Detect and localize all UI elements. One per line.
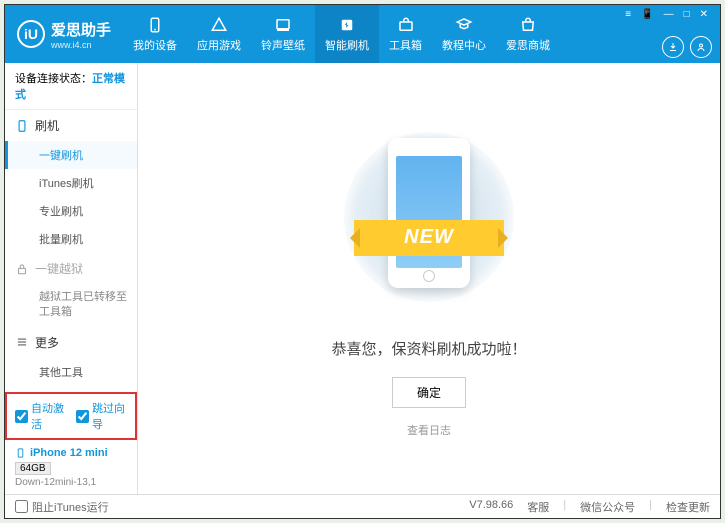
user-icon bbox=[695, 41, 707, 53]
sidebar-item-oneclick-flash[interactable]: 一键刷机 bbox=[5, 141, 137, 169]
tab-label: 铃声壁纸 bbox=[261, 37, 305, 53]
phone-icon bbox=[146, 16, 164, 34]
minimize-button[interactable]: — bbox=[660, 9, 678, 20]
maximize-button[interactable]: □ bbox=[680, 9, 694, 20]
user-button[interactable] bbox=[690, 36, 712, 58]
block-itunes-input[interactable] bbox=[15, 500, 28, 513]
sidebar-item-other-tools[interactable]: 其他工具 bbox=[5, 358, 137, 386]
sidebar-section-flash[interactable]: 刷机 bbox=[5, 110, 137, 141]
section-label: 更多 bbox=[35, 334, 59, 351]
tab-label: 爱思商城 bbox=[506, 37, 550, 53]
flash-icon bbox=[338, 16, 356, 34]
checkbox-skip-setup[interactable]: 跳过向导 bbox=[76, 400, 127, 432]
checkbox-auto-activate[interactable]: 自动激活 bbox=[15, 400, 66, 432]
sidebar-jailbreak-note: 越狱工具已转移至工具箱 bbox=[5, 284, 137, 327]
app-title: 爱思助手 bbox=[51, 19, 111, 40]
tab-label: 我的设备 bbox=[133, 37, 177, 53]
device-firmware: Down-12mini-13,1 bbox=[15, 477, 127, 488]
app-window: iU 爱思助手 www.i4.cn 我的设备 应用游戏 铃声壁纸 智能刷机 bbox=[4, 4, 721, 519]
section-label: 一键越狱 bbox=[35, 260, 83, 277]
checkbox-label: 阻止iTunes运行 bbox=[32, 499, 109, 515]
header-right: ≡ 📱 — □ ✕ bbox=[613, 5, 720, 63]
app-url: www.i4.cn bbox=[51, 40, 111, 50]
device-name-row: iPhone 12 mini bbox=[15, 446, 127, 460]
more-icon bbox=[15, 335, 29, 349]
wechat-link[interactable]: 微信公众号 bbox=[580, 499, 635, 515]
sidebar-item-pro-flash[interactable]: 专业刷机 bbox=[5, 197, 137, 225]
footer: 阻止iTunes运行 V7.98.66 客服 | 微信公众号 | 检查更新 bbox=[5, 494, 720, 518]
sidebar-list: 刷机 一键刷机 iTunes刷机 专业刷机 批量刷机 一键越狱 越狱工具已转移至… bbox=[5, 110, 137, 392]
tab-my-device[interactable]: 我的设备 bbox=[123, 5, 187, 63]
close-button[interactable]: ✕ bbox=[696, 9, 712, 20]
sidebar-section-jailbreak: 一键越狱 bbox=[5, 253, 137, 284]
options-row: 自动激活 跳过向导 bbox=[5, 392, 137, 440]
new-badge: NEW bbox=[354, 220, 504, 256]
tab-label: 教程中心 bbox=[442, 37, 486, 53]
sidebar-item-batch-flash[interactable]: 批量刷机 bbox=[5, 225, 137, 253]
wallpaper-icon bbox=[274, 16, 292, 34]
tab-smart-flash[interactable]: 智能刷机 bbox=[315, 5, 379, 63]
conn-label: 设备连接状态： bbox=[15, 73, 92, 85]
sidebar: 设备连接状态：正常模式 刷机 一键刷机 iTunes刷机 专业刷机 批量刷机 一… bbox=[5, 63, 138, 494]
body-area: 设备连接状态：正常模式 刷机 一键刷机 iTunes刷机 专业刷机 批量刷机 一… bbox=[5, 63, 720, 494]
footer-right: V7.98.66 客服 | 微信公众号 | 检查更新 bbox=[469, 499, 710, 515]
model-icon[interactable]: 📱 bbox=[637, 9, 657, 20]
download-icon bbox=[667, 41, 679, 53]
tab-store[interactable]: 爱思商城 bbox=[496, 5, 560, 63]
auto-activate-input[interactable] bbox=[15, 410, 28, 423]
nav-tabs: 我的设备 应用游戏 铃声壁纸 智能刷机 工具箱 教程中心 bbox=[123, 5, 613, 63]
check-update-link[interactable]: 检查更新 bbox=[666, 499, 710, 515]
lock-icon bbox=[15, 262, 29, 276]
toolbox-icon bbox=[397, 16, 415, 34]
sidebar-section-more[interactable]: 更多 bbox=[5, 327, 137, 358]
device-info[interactable]: iPhone 12 mini 64GB Down-12mini-13,1 bbox=[5, 440, 137, 494]
phone-illustration: NEW bbox=[344, 120, 514, 320]
tab-toolbox[interactable]: 工具箱 bbox=[379, 5, 432, 63]
header: iU 爱思助手 www.i4.cn 我的设备 应用游戏 铃声壁纸 智能刷机 bbox=[5, 5, 720, 63]
menu-icon[interactable]: ≡ bbox=[621, 9, 635, 20]
skip-setup-input[interactable] bbox=[76, 410, 89, 423]
checkbox-label: 跳过向导 bbox=[92, 400, 127, 432]
download-button[interactable] bbox=[662, 36, 684, 58]
version-label: V7.98.66 bbox=[469, 499, 513, 515]
tab-label: 应用游戏 bbox=[197, 37, 241, 53]
connection-status: 设备连接状态：正常模式 bbox=[5, 63, 137, 110]
apps-icon bbox=[210, 16, 228, 34]
tab-tutorials[interactable]: 教程中心 bbox=[432, 5, 496, 63]
store-icon bbox=[519, 16, 537, 34]
phone-icon bbox=[15, 446, 26, 460]
window-controls: ≡ 📱 — □ ✕ bbox=[621, 9, 712, 20]
logo-icon: iU bbox=[17, 20, 45, 48]
section-label: 刷机 bbox=[35, 117, 59, 134]
device-icon bbox=[15, 119, 29, 133]
main-content: NEW 恭喜您，保资料刷机成功啦！ 确定 查看日志 bbox=[138, 63, 720, 494]
ok-button[interactable]: 确定 bbox=[392, 377, 466, 408]
view-log-link[interactable]: 查看日志 bbox=[407, 422, 451, 438]
logo-area: iU 爱思助手 www.i4.cn bbox=[5, 5, 123, 63]
sidebar-item-itunes-flash[interactable]: iTunes刷机 bbox=[5, 169, 137, 197]
tab-label: 工具箱 bbox=[389, 37, 422, 53]
device-storage-badge: 64GB bbox=[15, 462, 51, 475]
tab-ringtones[interactable]: 铃声壁纸 bbox=[251, 5, 315, 63]
tutorial-icon bbox=[455, 16, 473, 34]
device-name: iPhone 12 mini bbox=[30, 447, 108, 459]
block-itunes-checkbox[interactable]: 阻止iTunes运行 bbox=[15, 499, 109, 515]
checkbox-label: 自动激活 bbox=[31, 400, 66, 432]
tab-apps-games[interactable]: 应用游戏 bbox=[187, 5, 251, 63]
tab-label: 智能刷机 bbox=[325, 37, 369, 53]
support-link[interactable]: 客服 bbox=[527, 499, 549, 515]
success-message: 恭喜您，保资料刷机成功啦！ bbox=[331, 338, 526, 359]
